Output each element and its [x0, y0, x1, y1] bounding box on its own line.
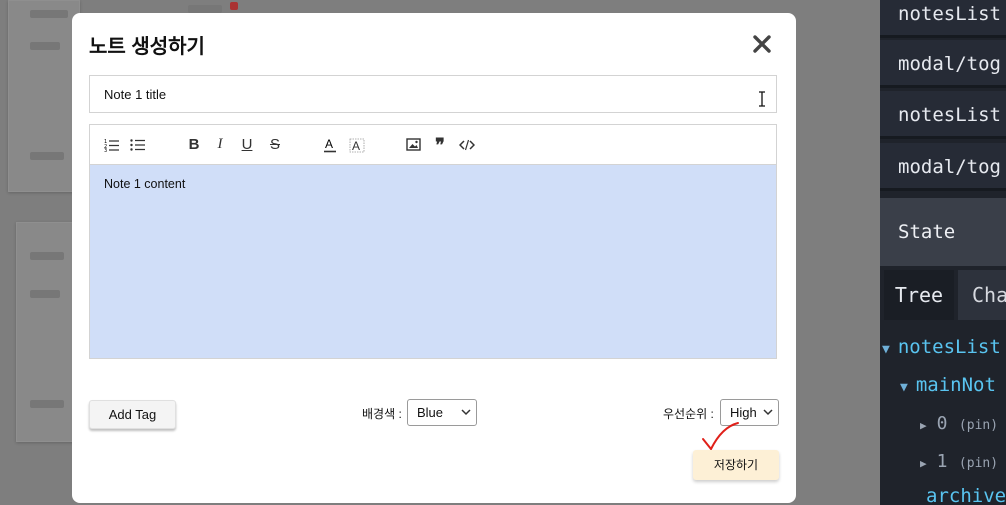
tree-node-item[interactable]: ▶ 1 (pin) [920, 450, 998, 472]
create-note-modal: 노트 생성하기 123 B I U S A A ❞ [72, 13, 796, 503]
devtools-tabs: Tree Cha [880, 270, 1006, 320]
priority-label: 우선순위 : [663, 407, 714, 421]
svg-text:A: A [352, 139, 360, 153]
note-title-input[interactable] [89, 75, 777, 113]
action-item[interactable]: modal/tog [880, 143, 1006, 191]
tab-chart[interactable]: Cha [958, 270, 1006, 320]
priority-value: High [730, 405, 757, 420]
modal-title: 노트 생성하기 [89, 36, 205, 58]
italic-icon[interactable]: I [214, 136, 226, 153]
tab-tree[interactable]: Tree [884, 270, 954, 320]
action-item[interactable]: notesList [880, 0, 1006, 38]
checkmark-annotation-icon [702, 422, 739, 451]
note-content-text: Note 1 content [104, 177, 186, 191]
bg-color-label: 배경색 : [362, 407, 402, 421]
background-text [30, 42, 60, 50]
background-text [30, 400, 64, 408]
bullet-list-icon[interactable] [130, 136, 146, 153]
highlight-icon[interactable]: A [349, 136, 365, 153]
rich-text-editor: 123 B I U S A A ❞ Note 1 content [89, 124, 777, 359]
code-icon[interactable] [459, 136, 475, 153]
collapse-triangle-icon: ▶ [920, 457, 927, 470]
background-note-card [8, 0, 80, 192]
quote-icon[interactable]: ❞ [433, 136, 447, 154]
tree-node-child[interactable]: ▼ mainNot [900, 374, 996, 396]
close-icon[interactable] [750, 32, 774, 56]
background-text [188, 5, 222, 13]
text-cursor-icon [759, 91, 765, 107]
state-header: State [880, 198, 1006, 266]
expand-triangle-icon: ▼ [900, 380, 908, 395]
note-content-area[interactable]: Note 1 content [90, 165, 776, 358]
bold-icon[interactable]: B [187, 136, 201, 153]
underline-icon[interactable]: U [240, 136, 254, 153]
background-text [30, 10, 68, 18]
background-text [30, 152, 64, 160]
svg-text:3: 3 [104, 148, 107, 152]
text-color-icon[interactable]: A [323, 136, 337, 153]
image-icon[interactable] [406, 136, 421, 153]
tree-node-root[interactable]: ▼ notesList [882, 336, 1001, 358]
chevron-down-icon [461, 409, 471, 416]
expand-triangle-icon: ▼ [882, 342, 890, 357]
tree-node-item[interactable]: ▶ 0 (pin) [920, 412, 998, 434]
chevron-down-icon [763, 409, 773, 416]
ordered-list-icon[interactable]: 123 [104, 136, 120, 153]
background-text [30, 290, 60, 298]
strikethrough-icon[interactable]: S [268, 136, 282, 153]
bg-color-select[interactable]: Blue [407, 399, 477, 426]
devtools-panel: notesList modal/tog notesList modal/tog … [880, 0, 1006, 505]
tree-node-archive[interactable]: archive [926, 485, 1006, 505]
background-text [30, 252, 64, 260]
action-item[interactable]: modal/tog [880, 40, 1006, 88]
add-tag-button[interactable]: Add Tag [89, 400, 176, 429]
background-badge [230, 2, 238, 10]
bg-color-value: Blue [417, 405, 444, 420]
action-item[interactable]: notesList [880, 91, 1006, 139]
svg-text:A: A [325, 137, 333, 151]
collapse-triangle-icon: ▶ [920, 419, 927, 432]
save-button[interactable]: 저장하기 [693, 450, 779, 480]
editor-toolbar: 123 B I U S A A ❞ [90, 125, 776, 165]
